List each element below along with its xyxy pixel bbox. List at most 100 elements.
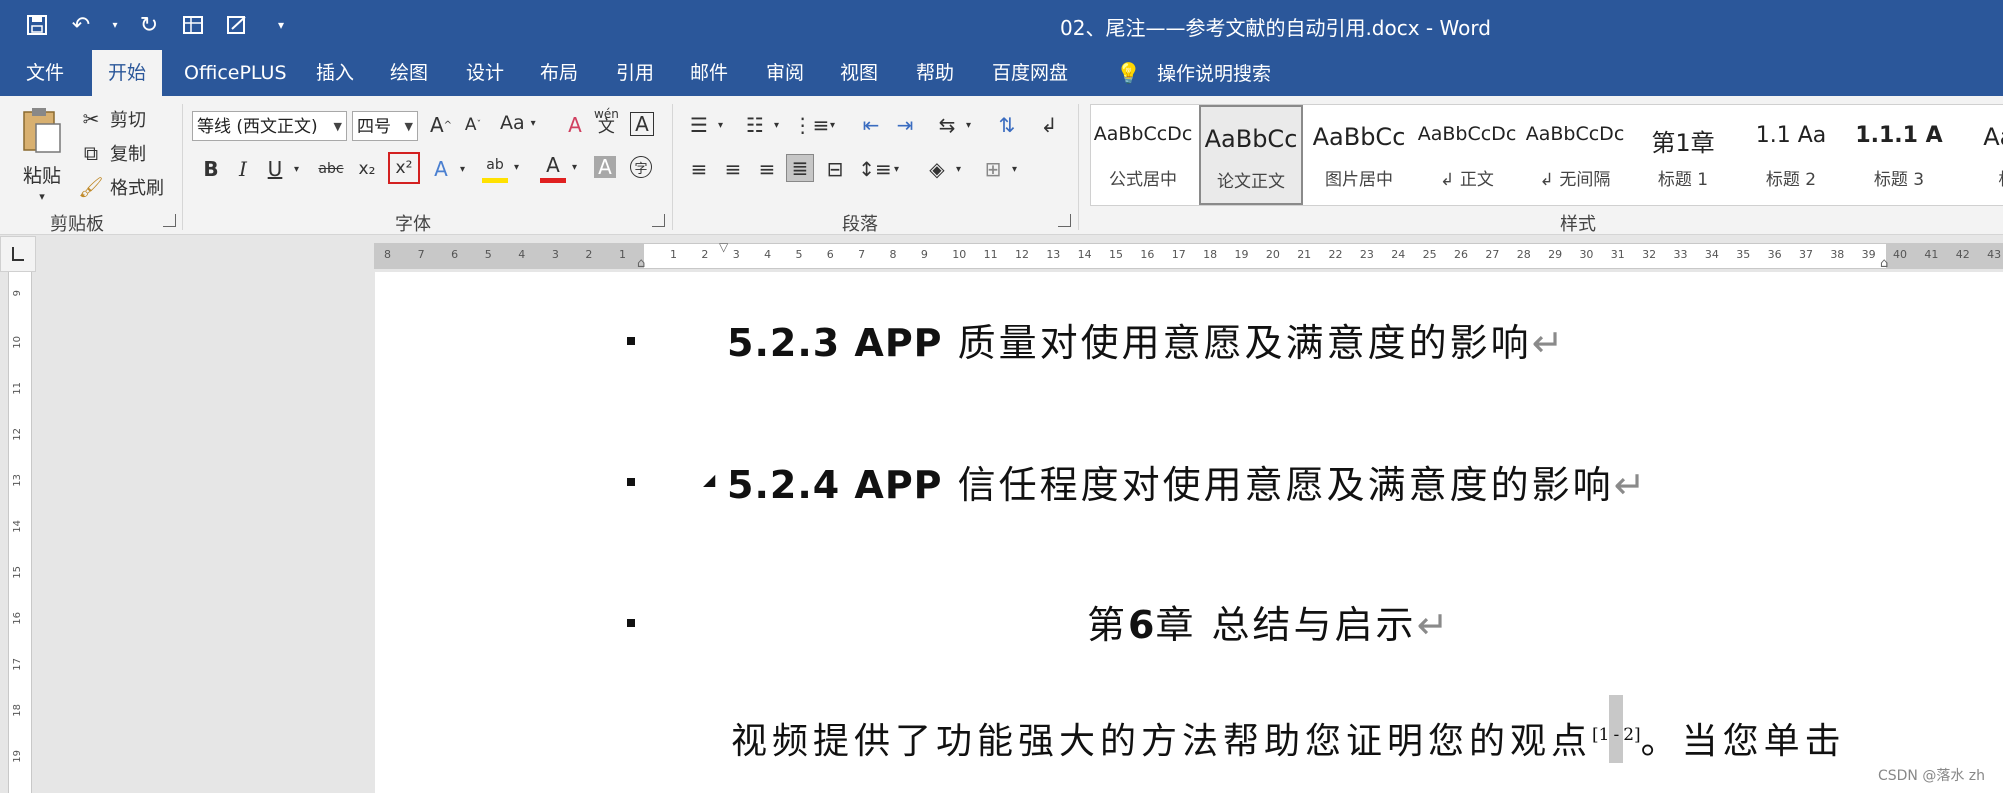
strikethrough-button[interactable]: abc <box>316 156 346 182</box>
style-image-center[interactable]: AaBbCc 图片居中 <box>1307 105 1411 205</box>
first-line-indent-marker[interactable]: ▽ <box>719 240 728 254</box>
clipboard-launcher-icon[interactable] <box>163 214 176 227</box>
paragraph-launcher-icon[interactable] <box>1058 214 1071 227</box>
tab-home[interactable]: 开始 <box>92 50 163 96</box>
tab-design[interactable]: 设计 <box>450 50 520 96</box>
enclose-characters-button[interactable]: 字 <box>630 156 652 178</box>
character-shading-button[interactable]: A <box>594 155 616 179</box>
tab-layout[interactable]: 布局 <box>524 50 594 96</box>
multilevel-list-button[interactable]: ⋮≡ ▾ <box>793 112 835 138</box>
lightbulb-icon: 💡 <box>1116 61 1141 85</box>
character-border-button[interactable]: A <box>630 112 654 136</box>
form-icon[interactable] <box>222 10 252 40</box>
style-heading-2[interactable]: 1.1 Aa 标题 2 <box>1739 105 1843 205</box>
style-no-spacing[interactable]: AaBbCcDc ↲ 无间隔 <box>1523 105 1627 205</box>
borders-button[interactable]: ⊞ ▾ <box>980 156 1017 182</box>
table-icon[interactable] <box>178 10 208 40</box>
horizontal-ruler[interactable]: 87654321 1 2 3 4 5 6 7 8 9 10 11 12 13 14 15 16 17 18 19 20… <box>374 240 2003 271</box>
tab-officeplus[interactable]: OfficePLUS <box>168 50 303 96</box>
clipboard-group-label: 剪贴板 <box>50 214 104 235</box>
copy-button[interactable]: ⧉ 复制 <box>78 140 146 166</box>
format-painter-button[interactable]: 🖌 格式刷 <box>78 174 164 200</box>
font-name-combo[interactable]: 等线 (西文正文) ▼ <box>192 111 347 141</box>
customize-icon[interactable]: ▾ <box>266 10 296 40</box>
style-heading-3[interactable]: 1.1.1 A 标题 3 <box>1847 105 1951 205</box>
grow-font-button[interactable]: A ^ <box>428 112 454 138</box>
tab-file[interactable]: 文件 <box>10 50 80 96</box>
style-more[interactable]: AaB 标 <box>1955 105 2003 205</box>
endnote-citation[interactable]: [1-2] <box>1592 695 1641 763</box>
paste-dropdown-icon[interactable]: ▾ <box>39 190 45 203</box>
font-size-combo[interactable]: 四号 ▼ <box>352 111 418 141</box>
body-paragraph[interactable]: 视频提供了功能强大的方法帮助您证明您的观点[1-2]。当您单击 <box>731 695 1846 764</box>
line-spacing-button[interactable]: ↕≡ ▾ <box>858 156 899 182</box>
ruler-tick-label: 11 <box>12 382 23 395</box>
redo-icon[interactable]: ↻ <box>134 10 164 40</box>
align-left-button[interactable]: ≡ <box>686 156 712 182</box>
underline-button[interactable]: U ▾ <box>262 156 299 182</box>
cut-button[interactable]: ✂ 剪切 <box>78 106 146 132</box>
ruler-tick-label: 25 <box>1422 248 1437 261</box>
ruler-tick-label: 10 <box>12 336 23 349</box>
superscript-button[interactable]: x² <box>388 152 420 184</box>
ruler-tick-label: 15 <box>12 566 23 579</box>
font-launcher-icon[interactable] <box>652 214 665 227</box>
bullets-button[interactable]: ☰ ▾ <box>686 112 723 138</box>
style-normal[interactable]: AaBbCcDc ↲ 正文 <box>1415 105 1519 205</box>
text-effects-button[interactable]: A ▾ <box>428 156 465 182</box>
vertical-ruler[interactable]: 9 10 11 12 13 14 15 16 17 18 19 <box>8 272 32 793</box>
shading-button[interactable]: ◈ ▾ <box>924 156 961 182</box>
tab-baidu-netdisk[interactable]: 百度网盘 <box>976 50 1084 96</box>
tab-help[interactable]: 帮助 <box>900 50 970 96</box>
undo-icon[interactable]: ↶ <box>66 10 96 40</box>
tab-insert[interactable]: 插入 <box>300 50 370 96</box>
document-page[interactable]: 5.2.3 APP 质量对使用意愿及满意度的影响↵ ◢ 5.2.4 APP 信任… <box>375 272 2003 793</box>
heading-chapter-6[interactable]: 第6章 总结与启示↵ <box>1087 594 1451 649</box>
style-formula-center[interactable]: AaBbCcDc 公式居中 <box>1091 105 1195 205</box>
heading-5-2-3[interactable]: 5.2.3 APP 质量对使用意愿及满意度的影响↵ <box>727 312 1566 367</box>
tab-references[interactable]: 引用 <box>600 50 670 96</box>
highlight-button[interactable]: ab ▾ <box>482 152 519 183</box>
numbering-button[interactable]: ☷ ▾ <box>742 112 779 138</box>
paste-button[interactable]: 粘贴 ▾ <box>20 106 64 203</box>
change-case-button[interactable]: Aa ▾ <box>500 112 536 134</box>
style-heading-1[interactable]: 第1章 标题 1 <box>1631 105 1735 205</box>
justify-button[interactable]: ≣ <box>786 154 814 182</box>
style-thesis-body[interactable]: AaBbCc 论文正文 <box>1199 105 1303 205</box>
bold-button[interactable]: B <box>198 156 224 182</box>
heading-5-2-4[interactable]: 5.2.4 APP 信任程度对使用意愿及满意度的影响↵ <box>727 454 1648 509</box>
sort-button[interactable]: ⇅ <box>994 112 1020 138</box>
ruler-tick-label: 36 <box>1767 248 1782 261</box>
undo-dropdown-icon[interactable]: ▾ <box>110 10 120 40</box>
right-indent-marker[interactable]: ⌂ <box>1880 256 1888 271</box>
shrink-font-button[interactable]: Aˇ <box>460 112 486 138</box>
tab-selector[interactable] <box>0 236 36 272</box>
decrease-indent-button[interactable]: ⇤ <box>858 112 884 138</box>
paragraph-bullet-mark <box>627 619 635 627</box>
tab-review[interactable]: 审阅 <box>750 50 820 96</box>
align-center-button[interactable]: ≡ <box>720 156 746 182</box>
tell-me-search[interactable]: 💡 操作说明搜索 <box>1100 50 1287 96</box>
ruler-tick-label: 18 <box>12 704 23 717</box>
phonetic-guide-button[interactable]: wén 文 <box>594 108 619 136</box>
ruler-tick-label: 20 <box>1265 248 1280 261</box>
italic-button[interactable]: I <box>230 156 256 182</box>
tab-draw[interactable]: 绘图 <box>374 50 444 96</box>
clear-formatting-button[interactable]: A <box>562 112 588 138</box>
text-direction-button[interactable]: ⇆ ▾ <box>934 112 971 138</box>
tab-mailings[interactable]: 邮件 <box>674 50 744 96</box>
save-icon[interactable] <box>22 10 52 40</box>
align-right-button[interactable]: ≡ <box>754 156 780 182</box>
show-marks-button[interactable]: ↲ <box>1036 112 1062 138</box>
collapse-triangle-icon[interactable]: ◢ <box>703 470 715 489</box>
hanging-indent-marker[interactable]: ⌂ <box>637 256 645 271</box>
increase-indent-button[interactable]: ⇥ <box>892 112 918 138</box>
font-color-button[interactable]: A ▾ <box>540 152 577 183</box>
tab-view[interactable]: 视图 <box>824 50 894 96</box>
citation-dash: - <box>1609 695 1624 763</box>
ruler-tick-label: 30 <box>1579 248 1594 261</box>
distributed-button[interactable]: ⊟ <box>822 156 848 182</box>
subscript-button[interactable]: x₂ <box>354 156 380 182</box>
watermark: CSDN @落水 zh <box>1877 768 1985 784</box>
ruler-tick-label: 35 <box>1736 248 1751 261</box>
